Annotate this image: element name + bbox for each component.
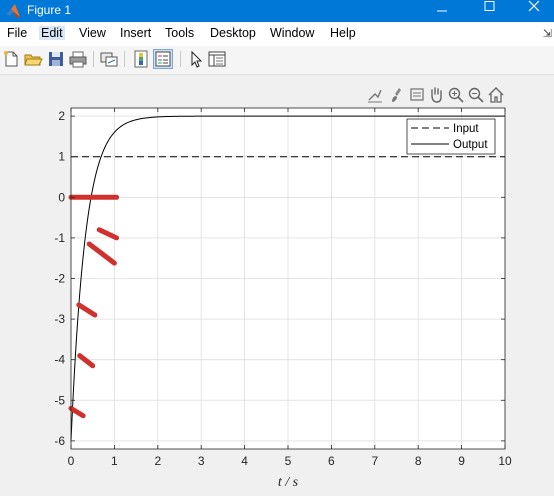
x-tick-label: 6 bbox=[328, 454, 335, 468]
y-tick-label: 2 bbox=[58, 109, 65, 123]
x-tick-label: 0 bbox=[68, 454, 75, 468]
x-tick-label: 9 bbox=[458, 454, 465, 468]
x-tick-label: 2 bbox=[154, 454, 161, 468]
x-tick-label: 5 bbox=[285, 454, 292, 468]
x-axis-label: t / s bbox=[278, 475, 299, 490]
legend[interactable]: Input Output bbox=[406, 118, 496, 155]
legend-label-input: Input bbox=[453, 123, 479, 135]
x-tick-label: 4 bbox=[241, 454, 248, 468]
y-tick-label: -4 bbox=[54, 353, 65, 367]
x-tick-label: 7 bbox=[371, 454, 378, 468]
plot-svg: 0 1 2 3 4 5 6 7 8 9 10 -6 -5 -4 -3 -2 -1 0 1 2 t / s Input … bbox=[54, 107, 512, 490]
x-tick-label: 10 bbox=[498, 454, 512, 468]
x-tick-label: 1 bbox=[111, 454, 118, 468]
x-tick-label: 3 bbox=[198, 454, 205, 468]
x-tick-label: 8 bbox=[415, 454, 422, 468]
y-tick-label: -5 bbox=[54, 393, 65, 407]
y-tick-label: -2 bbox=[54, 272, 65, 286]
y-tick-label: -1 bbox=[54, 231, 65, 245]
y-tick-label: 0 bbox=[58, 190, 65, 204]
y-tick-label: 1 bbox=[58, 150, 65, 164]
legend-label-output: Output bbox=[453, 139, 488, 151]
y-tick-label: -6 bbox=[54, 434, 65, 448]
y-tick-label: -3 bbox=[54, 312, 65, 326]
